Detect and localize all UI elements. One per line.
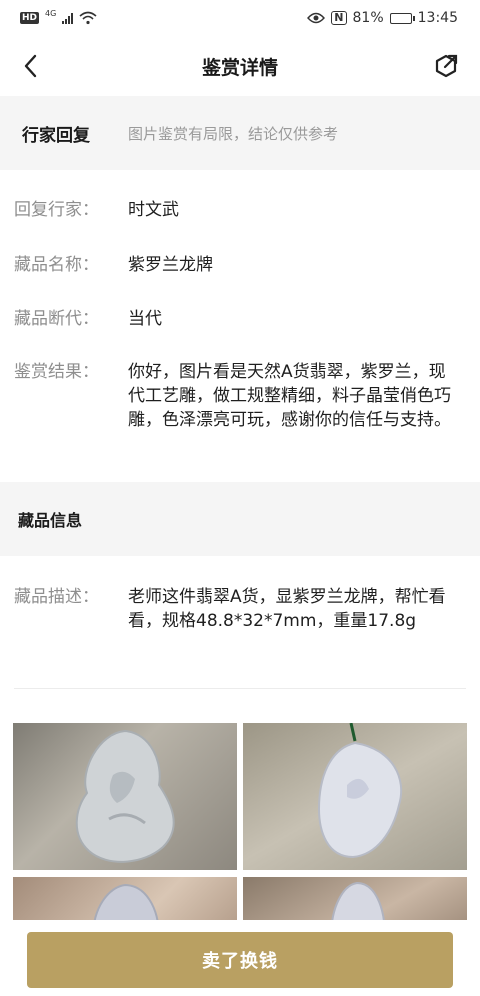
reply-row-item-name: 藏品名称： 紫罗兰龙牌 <box>14 253 458 277</box>
status-right: N 81% 13:45 <box>307 10 458 26</box>
row-value: 当代 <box>128 309 162 329</box>
share-icon <box>435 54 458 78</box>
reply-row-result: 鉴赏结果： 你好，图片看是天然A货翡翠，紫罗兰，现代工艺雕，做工规整精细，料子晶… <box>14 360 458 432</box>
expert-reply-header: 行家回复 图片鉴赏有局限，结论仅供参考 <box>0 96 480 170</box>
jade-pendant-image <box>75 729 175 863</box>
row-label: 鉴赏结果： <box>14 362 99 382</box>
row-label: 藏品断代： <box>14 309 99 329</box>
item-info-header: 藏品信息 <box>0 482 480 556</box>
sell-button[interactable]: 卖了换钱 <box>27 932 453 988</box>
eye-icon <box>307 12 326 24</box>
row-value: 你好，图片看是天然A货翡翠，紫罗兰，现代工艺雕，做工规整精细，料子晶莹俏色巧雕，… <box>128 362 451 430</box>
row-label: 藏品名称： <box>14 255 99 275</box>
share-button[interactable] <box>430 50 462 82</box>
navigation-bar: 鉴赏详情 <box>0 36 480 96</box>
jade-pendant-image <box>317 723 403 859</box>
battery-icon <box>389 12 415 24</box>
jade-photo-1[interactable] <box>13 723 237 870</box>
row-value: 时文武 <box>128 200 179 220</box>
info-row-description: 藏品描述： 老师这件翡翠A货，显紫罗兰龙牌，帮忙看看，规格48.8*32*7mm… <box>14 585 458 633</box>
network-type: 4G <box>45 8 57 18</box>
signal-icon <box>62 12 74 24</box>
jade-photo-2[interactable] <box>243 723 467 870</box>
clock: 13:45 <box>417 10 458 26</box>
hd-badge: HD <box>20 12 40 24</box>
chevron-left-icon <box>24 54 37 78</box>
section-title-info: 藏品信息 <box>18 511 83 530</box>
row-value: 老师这件翡翠A货，显紫罗兰龙牌，帮忙看看，规格48.8*32*7mm，重量17.… <box>128 587 446 631</box>
row-value: 紫罗兰龙牌 <box>128 255 213 275</box>
row-label: 回复行家： <box>14 200 99 220</box>
wifi-icon <box>79 11 97 25</box>
divider <box>14 688 466 689</box>
reply-row-expert: 回复行家： 时文武 <box>14 198 458 222</box>
nfc-icon: N <box>331 11 347 25</box>
row-label: 藏品描述： <box>14 587 99 607</box>
status-bar: HD 4G N 81% 13:45 <box>0 0 480 36</box>
section-title-reply: 行家回复 <box>22 125 90 146</box>
disclaimer-note: 图片鉴赏有局限，结论仅供参考 <box>128 124 339 143</box>
reply-row-dating: 藏品断代： 当代 <box>14 307 458 331</box>
back-button[interactable] <box>14 50 46 82</box>
battery-percent: 81% <box>352 10 384 26</box>
status-left: HD 4G <box>20 8 97 25</box>
page-title: 鉴赏详情 <box>201 56 278 79</box>
